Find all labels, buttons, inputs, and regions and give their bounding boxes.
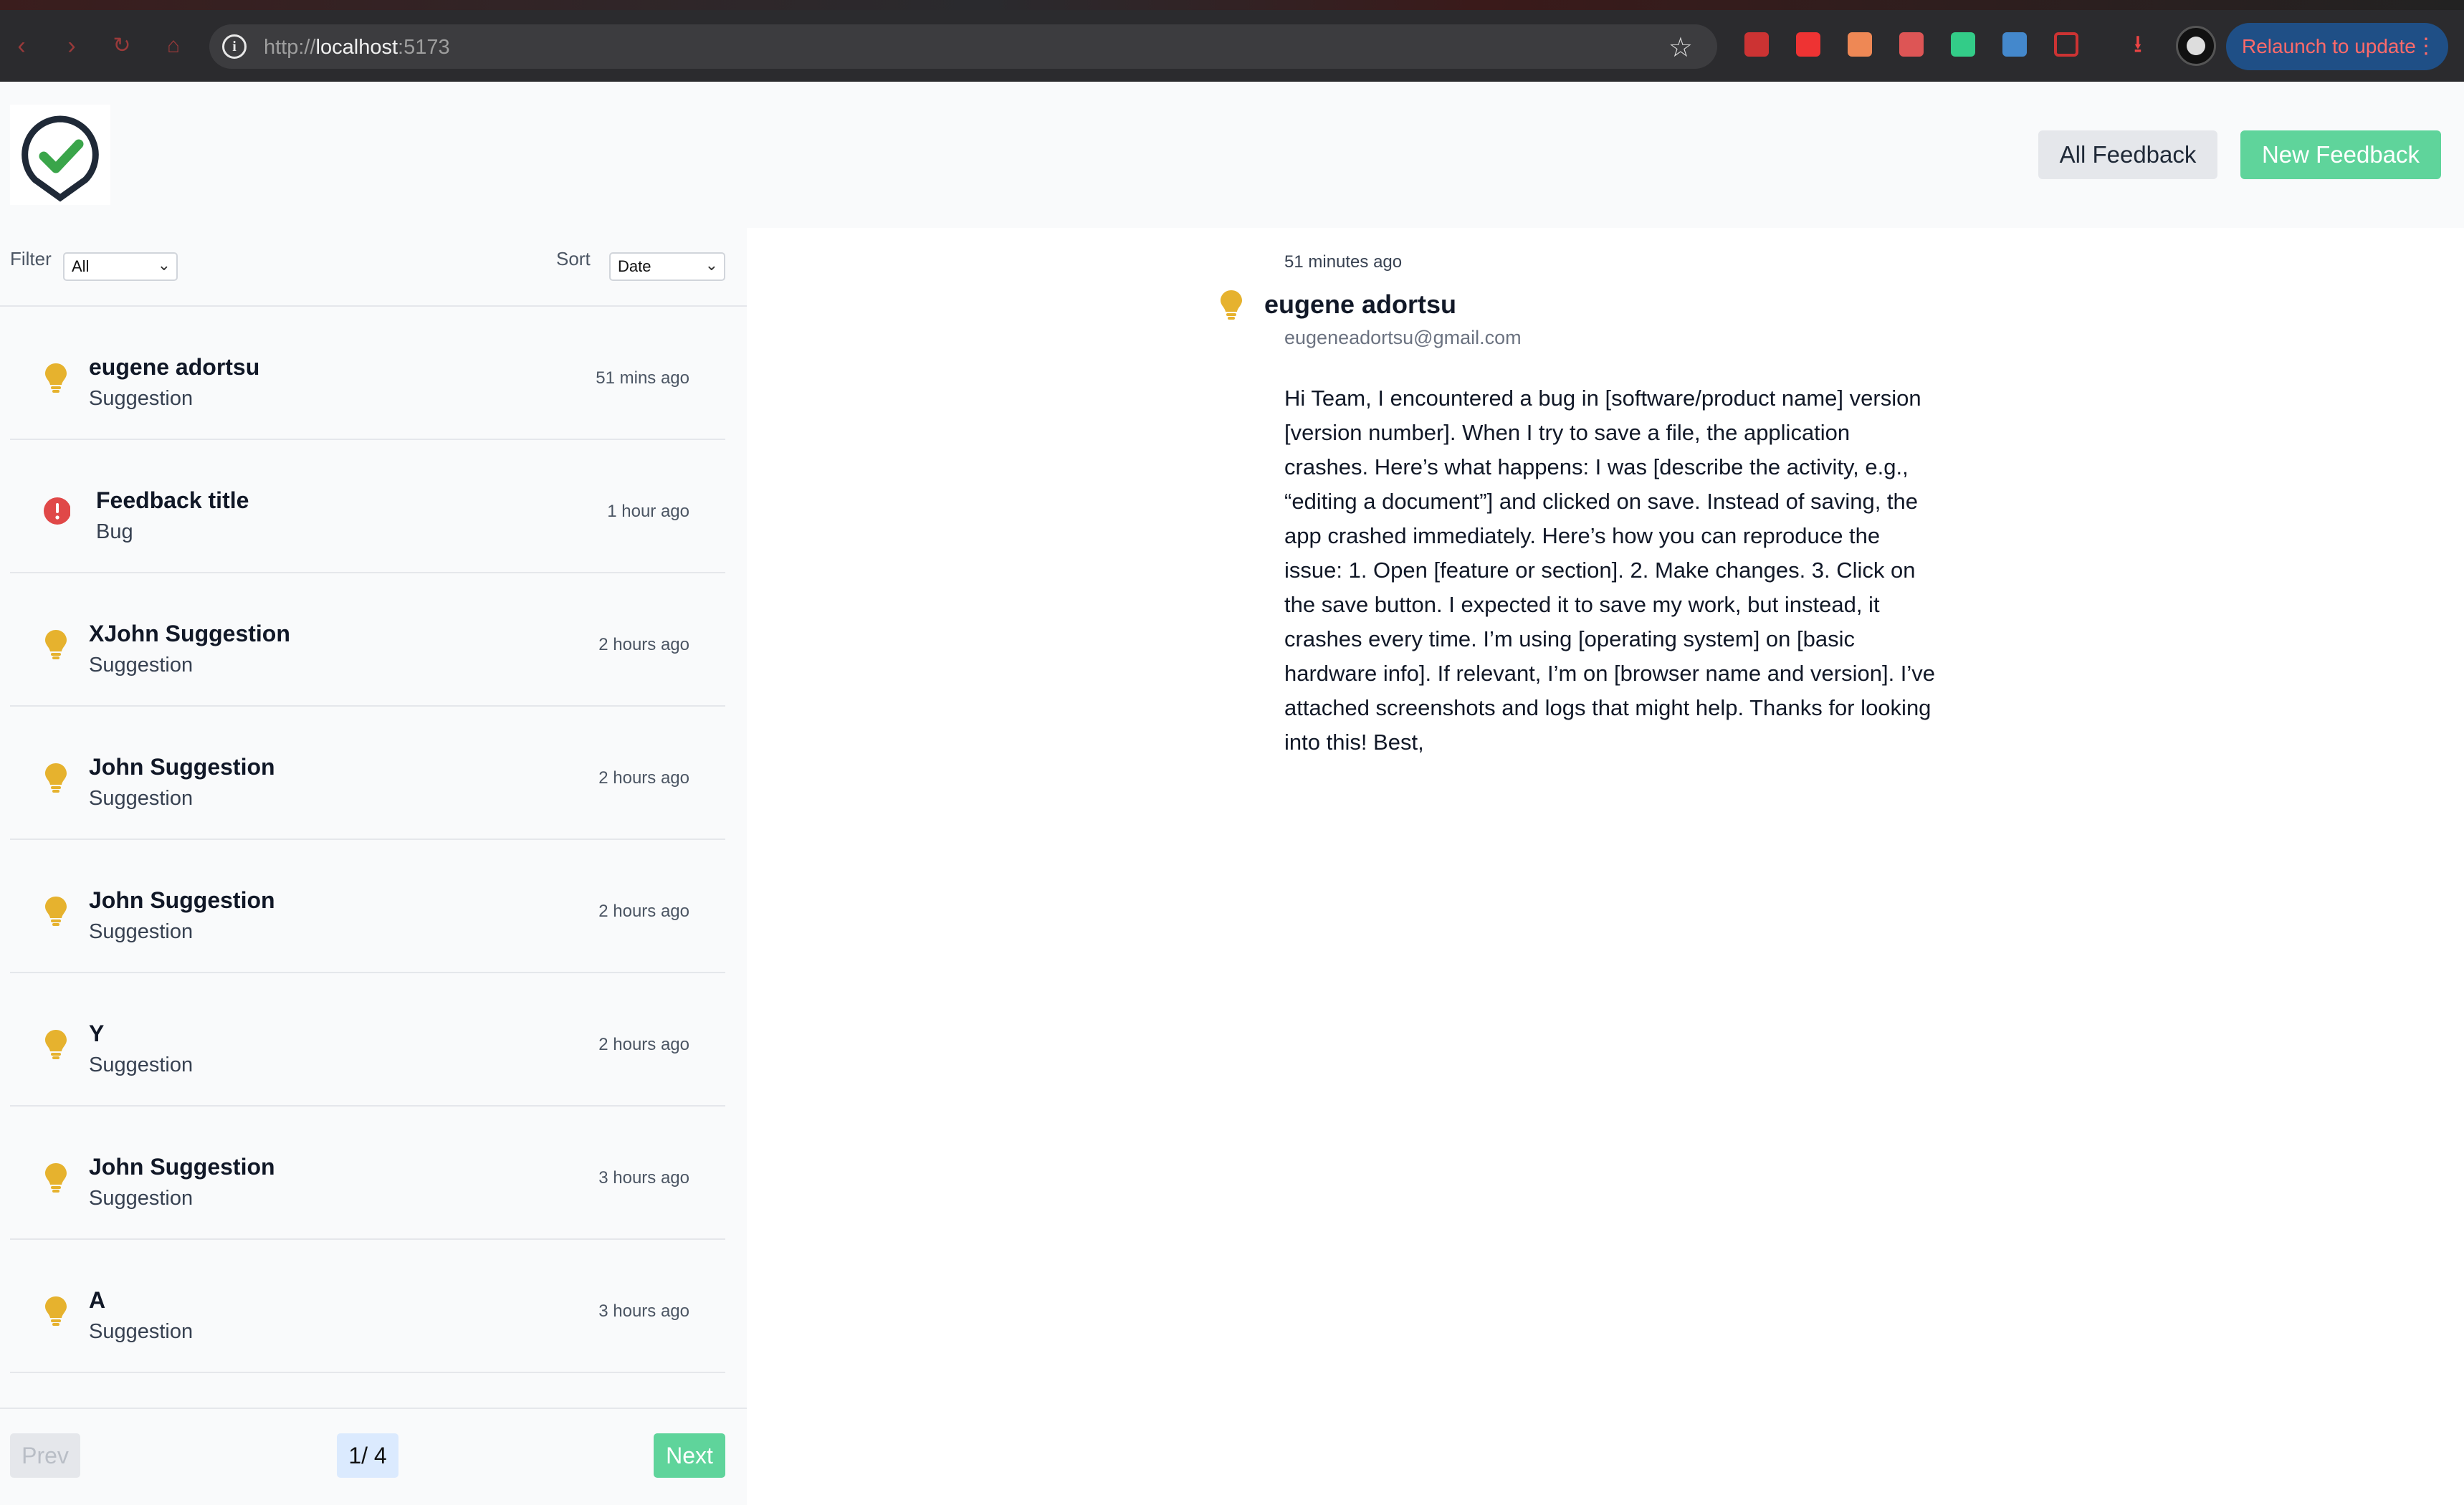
filter-label: Filter [10, 248, 52, 269]
item-title: Feedback title [96, 487, 249, 513]
lightbulb-icon [45, 630, 67, 659]
feedback-list-item[interactable]: Y Suggestion 2 hours ago [10, 973, 725, 1107]
filter-select[interactable]: All ⌄ [63, 252, 178, 281]
item-time: 51 mins ago [596, 368, 689, 388]
address-bar[interactable]: i http://localhost:5173 ☆ [209, 24, 1717, 69]
lightbulb-icon [45, 363, 67, 393]
feedback-list-item[interactable]: XJohn Suggestion Suggestion 2 hours ago [10, 573, 725, 707]
item-type: Suggestion [89, 1320, 194, 1343]
back-icon[interactable]: ‹ [7, 32, 36, 60]
feedback-sidebar: Filter All ⌄ Sort Date ⌄ eugene adortsu … [0, 228, 747, 1505]
lightbulb-icon [1221, 290, 1242, 320]
url-text[interactable]: http://localhost:5173 [264, 36, 450, 59]
check-bubble-logo-icon [22, 115, 99, 202]
feedback-detail: 51 minutes ago eugene adortsu eugeneador… [747, 228, 2464, 1505]
sort-label: Sort [556, 248, 591, 269]
app-header: All Feedback New Feedback [0, 82, 2464, 228]
item-time: 3 hours ago [598, 1301, 689, 1321]
item-type: Suggestion [89, 920, 194, 943]
item-type: Suggestion [89, 387, 194, 410]
chevron-down-icon: ⌄ [157, 256, 171, 274]
relaunch-button[interactable]: Relaunch to update ⋮ [2226, 23, 2448, 70]
extensions-puzzle-icon[interactable] [2054, 32, 2078, 57]
home-icon[interactable]: ⌂ [159, 32, 188, 60]
lightbulb-icon [45, 1296, 67, 1326]
extension-icon[interactable] [1899, 32, 1924, 57]
feedback-list-item[interactable]: A Suggestion 3 hours ago [10, 1240, 725, 1373]
chevron-down-icon: ⌄ [705, 256, 718, 274]
item-type: Suggestion [89, 654, 194, 677]
item-title: John Suggestion [89, 1154, 275, 1180]
item-time: 3 hours ago [598, 1168, 689, 1188]
detail-body: Hi Team, I encountered a bug in [softwar… [1284, 386, 1936, 755]
feedback-list-item[interactable]: Feedback title Bug 1 hour ago [10, 440, 725, 573]
download-icon[interactable]: ⭳ [2126, 32, 2150, 57]
vue-devtools-icon[interactable] [1951, 32, 1975, 57]
item-title: John Suggestion [89, 887, 275, 913]
detail-author-email: eugeneadortsu@gmail.com [1284, 327, 1522, 348]
item-title: John Suggestion [89, 754, 275, 780]
lightbulb-icon [45, 763, 67, 793]
item-title: Y [89, 1021, 105, 1046]
all-feedback-button[interactable]: All Feedback [2038, 130, 2217, 179]
item-time: 1 hour ago [607, 502, 689, 521]
item-type: Bug [96, 520, 133, 543]
sort-select[interactable]: Date ⌄ [609, 252, 725, 281]
lightbulb-icon [45, 1030, 67, 1059]
detail-timestamp: 51 minutes ago [1284, 252, 1403, 272]
menu-dots-icon[interactable]: ⋮ [2415, 23, 2437, 70]
item-title: A [89, 1287, 106, 1313]
profile-avatar[interactable] [2176, 26, 2216, 66]
item-time: 2 hours ago [598, 768, 689, 788]
feedback-list-item[interactable]: John Suggestion Suggestion 2 hours ago [10, 840, 725, 973]
item-type: Suggestion [89, 787, 194, 810]
extension-icon[interactable] [1848, 32, 1872, 57]
item-title: XJohn Suggestion [89, 621, 290, 646]
new-feedback-button[interactable]: New Feedback [2240, 130, 2441, 179]
page-indicator: 1/ 4 [337, 1433, 398, 1478]
lightbulb-icon [45, 897, 67, 926]
reload-icon[interactable]: ↻ [108, 32, 136, 60]
feedback-list-item[interactable]: John Suggestion Suggestion 2 hours ago [10, 707, 725, 840]
tab-strip [0, 0, 2464, 10]
extension-icon[interactable] [1744, 32, 1769, 57]
forward-icon[interactable]: › [57, 32, 86, 60]
list-controls: Filter All ⌄ Sort Date ⌄ [0, 228, 747, 307]
item-title: eugene adortsu [89, 354, 260, 380]
app-logo[interactable] [10, 105, 110, 205]
extension-icon[interactable] [2002, 32, 2027, 57]
alert-circle-icon [44, 497, 70, 525]
feedback-list-item[interactable]: eugene adortsu Suggestion 51 mins ago [10, 307, 725, 440]
feedback-list: eugene adortsu Suggestion 51 mins ago Fe… [10, 307, 725, 1373]
lightbulb-icon [45, 1163, 67, 1193]
item-type: Suggestion [89, 1054, 194, 1076]
browser-toolbar: ‹ › ↻ ⌂ i http://localhost:5173 ☆ ⭳ Rela… [0, 0, 2464, 82]
item-time: 2 hours ago [598, 635, 689, 654]
site-info-icon[interactable]: i [222, 34, 247, 59]
item-type: Suggestion [89, 1187, 194, 1210]
detail-author-name: eugene adortsu [1264, 290, 1457, 319]
pagination: Prev 1/ 4 Next [0, 1408, 747, 1505]
prev-button[interactable]: Prev [10, 1433, 80, 1478]
bookmark-star-icon[interactable]: ☆ [1668, 32, 1693, 64]
extension-icon[interactable] [1796, 32, 1820, 57]
feedback-list-item[interactable]: John Suggestion Suggestion 3 hours ago [10, 1107, 725, 1240]
next-button[interactable]: Next [654, 1433, 725, 1478]
item-time: 2 hours ago [598, 902, 689, 921]
item-time: 2 hours ago [598, 1035, 689, 1054]
